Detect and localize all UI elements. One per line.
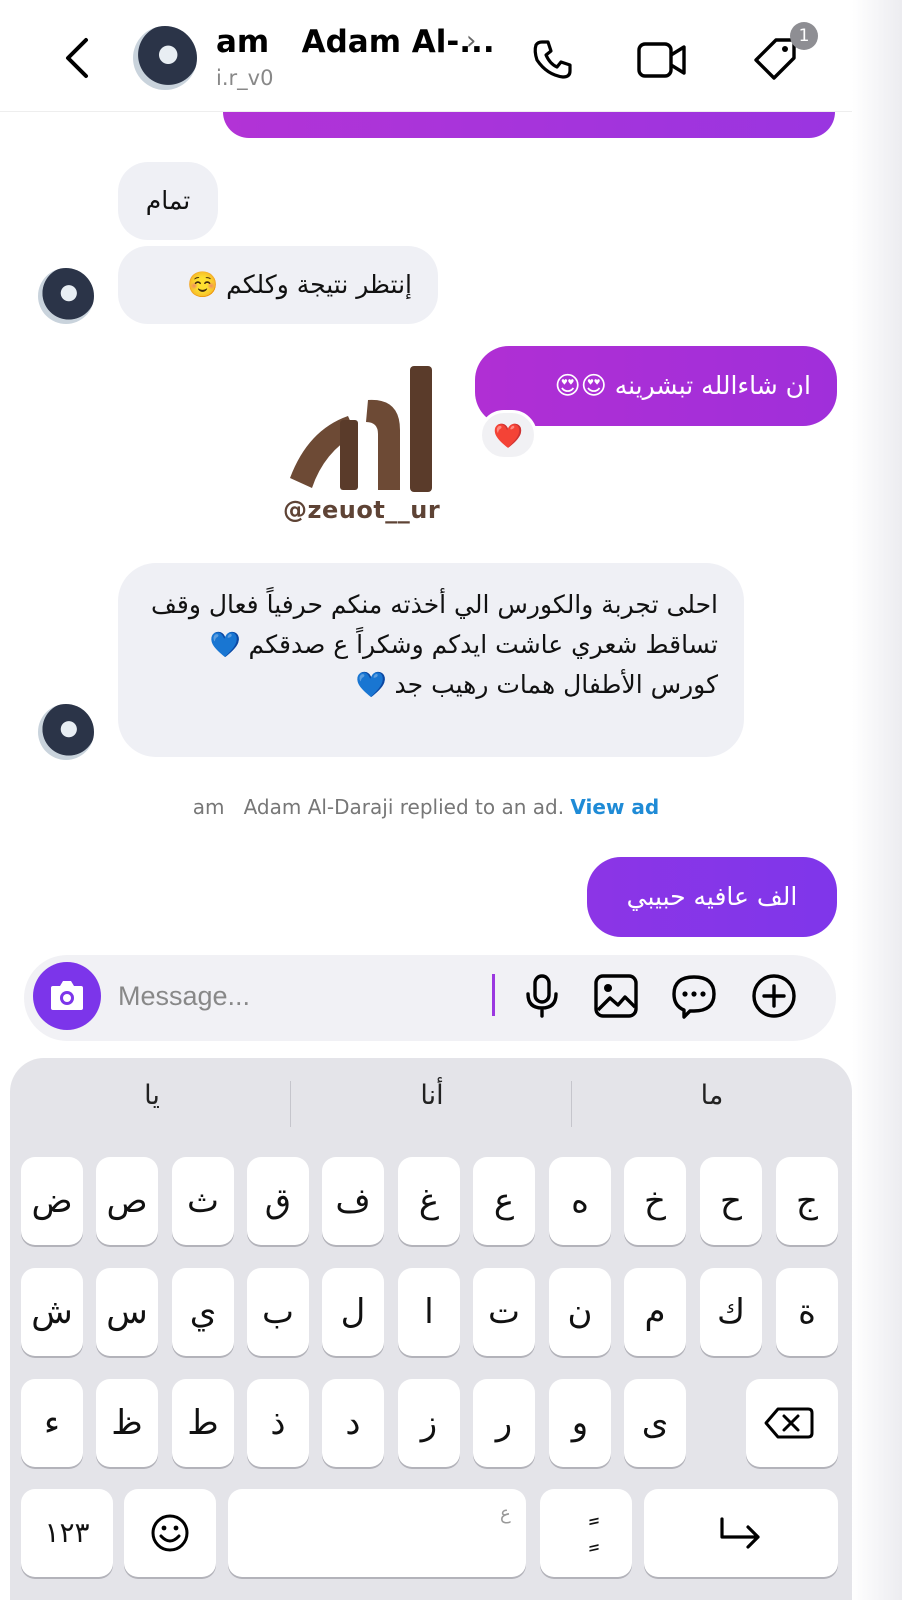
key[interactable]: ت bbox=[473, 1268, 535, 1356]
gallery-button[interactable] bbox=[592, 972, 640, 1020]
ad-note-text: am Adam Al-Daraji replied to an ad. bbox=[192, 795, 571, 819]
logo-text: @zeuot__ur bbox=[283, 496, 441, 524]
key[interactable]: د bbox=[322, 1379, 384, 1467]
key[interactable]: ه bbox=[549, 1157, 611, 1245]
heart-reaction[interactable]: ❤️ bbox=[479, 410, 537, 460]
key[interactable]: ء bbox=[21, 1379, 83, 1467]
key[interactable]: ش bbox=[21, 1268, 83, 1356]
sender-avatar[interactable] bbox=[38, 268, 94, 324]
view-ad-link[interactable]: View ad bbox=[570, 795, 659, 819]
space-key-hint: ع bbox=[500, 1503, 511, 1524]
key[interactable]: خ bbox=[624, 1157, 686, 1245]
outgoing-message[interactable]: الف عافيه حبيبي bbox=[587, 857, 837, 937]
key[interactable]: ث bbox=[172, 1157, 234, 1245]
backspace-icon bbox=[764, 1407, 814, 1439]
camera-button[interactable] bbox=[33, 962, 101, 1030]
suggestion[interactable]: يا bbox=[17, 1080, 287, 1111]
key[interactable]: ة bbox=[776, 1268, 838, 1356]
key[interactable]: ج bbox=[776, 1157, 838, 1245]
key[interactable]: ن bbox=[549, 1268, 611, 1356]
notification-badge: 1 bbox=[790, 22, 818, 50]
key[interactable]: غ bbox=[398, 1157, 460, 1245]
return-key[interactable] bbox=[644, 1489, 838, 1577]
background-shade bbox=[852, 0, 902, 1600]
ad-reply-note: am Adam Al-Daraji replied to an ad. View… bbox=[0, 795, 852, 819]
phone-icon bbox=[533, 40, 572, 79]
key[interactable]: ذ bbox=[247, 1379, 309, 1467]
key[interactable]: ا bbox=[398, 1268, 460, 1356]
key[interactable]: ظ bbox=[96, 1379, 158, 1467]
chat-bubble-icon bbox=[672, 975, 716, 1019]
suggestion-divider bbox=[571, 1081, 572, 1127]
microphone-icon bbox=[526, 974, 558, 1018]
incoming-message[interactable]: تمام bbox=[118, 162, 218, 240]
emoji-icon bbox=[151, 1514, 189, 1552]
tanween-key[interactable]: ًٍ bbox=[540, 1489, 632, 1577]
key[interactable]: و bbox=[549, 1379, 611, 1467]
key[interactable]: ف bbox=[322, 1157, 384, 1245]
suggestion-divider bbox=[290, 1081, 291, 1127]
stickers-button[interactable] bbox=[670, 972, 718, 1020]
incoming-message[interactable]: احلى تجربة والكورس الي أخذته منكم حرفياً… bbox=[118, 563, 744, 757]
sender-avatar[interactable] bbox=[38, 704, 94, 760]
outgoing-message[interactable]: ان شاءالله تبشرينه 😍😍 bbox=[475, 346, 837, 426]
microphone-button[interactable] bbox=[518, 972, 566, 1020]
contact-name[interactable]: am Adam Al-... bbox=[216, 24, 495, 60]
contact-avatar[interactable] bbox=[133, 26, 197, 90]
incoming-message[interactable]: إنتظر نتيجة وكلكم ☺️ bbox=[118, 246, 438, 324]
chat-header: am Adam Al-... › i.r_v0 1 bbox=[0, 0, 852, 112]
return-arrow-icon bbox=[720, 1517, 760, 1549]
brand-logo-icon bbox=[290, 366, 432, 492]
key[interactable]: ض bbox=[21, 1157, 83, 1245]
video-camera-icon bbox=[637, 42, 686, 78]
key[interactable]: ل bbox=[322, 1268, 384, 1356]
key[interactable]: ز bbox=[398, 1379, 460, 1467]
key[interactable]: ع bbox=[473, 1157, 535, 1245]
contact-username: i.r_v0 bbox=[216, 66, 274, 90]
plus-circle-icon bbox=[752, 974, 796, 1018]
text-caret bbox=[492, 974, 495, 1016]
emoji-key[interactable] bbox=[124, 1489, 216, 1577]
key[interactable]: ب bbox=[247, 1268, 309, 1356]
key[interactable]: س bbox=[96, 1268, 158, 1356]
chevron-right-icon[interactable]: › bbox=[466, 26, 476, 56]
key[interactable]: ى bbox=[624, 1379, 686, 1467]
key[interactable]: ي bbox=[172, 1268, 234, 1356]
video-call-button[interactable] bbox=[636, 36, 686, 84]
key[interactable]: ر bbox=[473, 1379, 535, 1467]
back-button[interactable] bbox=[58, 34, 98, 82]
key[interactable]: ط bbox=[172, 1379, 234, 1467]
key[interactable]: ص bbox=[96, 1157, 158, 1245]
numbers-key[interactable]: ١٢٣ bbox=[21, 1489, 113, 1577]
space-key[interactable]: ع bbox=[228, 1489, 526, 1577]
key[interactable]: ح bbox=[700, 1157, 762, 1245]
key[interactable]: ق bbox=[247, 1157, 309, 1245]
more-options-button[interactable] bbox=[750, 972, 798, 1020]
message-input[interactable] bbox=[118, 974, 478, 1018]
suggestion[interactable]: ما bbox=[577, 1080, 847, 1111]
suggestion[interactable]: أنا bbox=[297, 1080, 567, 1111]
phone-call-button[interactable] bbox=[528, 36, 576, 84]
camera-icon bbox=[51, 981, 83, 1010]
key[interactable]: م bbox=[624, 1268, 686, 1356]
backspace-key[interactable] bbox=[746, 1379, 838, 1467]
image-icon bbox=[594, 974, 638, 1018]
chevron-left-icon bbox=[66, 38, 88, 78]
key[interactable]: ك bbox=[700, 1268, 762, 1356]
